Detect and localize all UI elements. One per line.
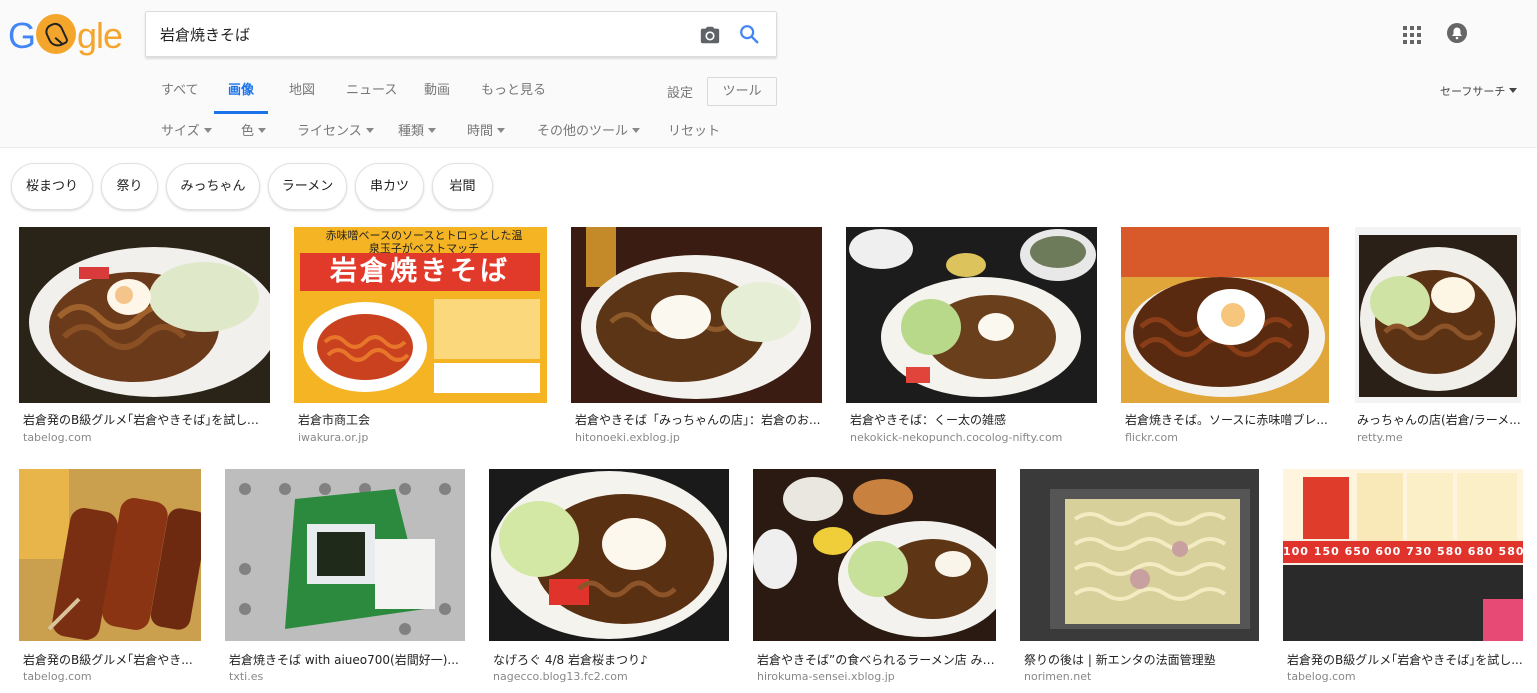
result-thumbnail[interactable] [571,227,822,403]
result-caption: なげろぐ 4/8 岩倉桜まつり♪ [493,653,648,667]
result-thumbnail[interactable]: 100 150 650 600 730 580 680 580 750 680 [1283,469,1523,641]
chevron-down-icon [1509,88,1518,93]
camera-icon[interactable] [699,24,721,46]
result-source: flickr.com [1125,431,1178,444]
filter-time-label: 時間 [467,124,494,139]
chevron-down-icon [203,128,212,133]
search-icon[interactable] [738,23,760,45]
menu-price-strip: 100 150 650 600 730 580 680 580 750 680 [1283,541,1523,563]
result-source: nekokick-nekopunch.cocolog-nifty.com [850,431,1063,444]
safesearch-label: セーフサーチ [1440,85,1506,98]
filter-reset[interactable]: リセット [668,120,720,139]
image-result[interactable]: 100 150 650 600 730 580 680 580 750 680 … [1283,469,1523,689]
result-thumbnail[interactable] [19,227,270,403]
filter-license-label: ライセンス [297,124,362,139]
result-caption: 岩倉やきそば「みっちゃんの店」：岩倉のお... [575,413,821,427]
result-thumbnail[interactable] [1020,469,1259,641]
image-result[interactable]: 赤味噌ベースのソースとトロっとした温泉玉子がベストマッチ 岩倉焼きそば 岩倉市商… [294,227,547,447]
result-thumbnail[interactable] [225,469,465,641]
chip-sakura-matsuri[interactable]: 桜まつり [11,163,93,210]
chip-matsuri[interactable]: 祭り [101,163,158,210]
tab-maps[interactable]: 地図 [289,82,315,114]
poster-title: 岩倉焼きそば [300,253,540,291]
result-caption: 岩倉発のB級グルメ｢岩倉やきそば｣を試して... [23,413,270,427]
notifications-bell-icon[interactable] [1446,22,1468,44]
chip-iwama[interactable]: 岩間 [432,163,493,210]
google-doodle-logo[interactable]: Ggle [8,14,130,58]
chip-kushikatsu[interactable]: 串カツ [355,163,424,210]
filter-size[interactable]: サイズ [161,120,212,139]
chevron-down-icon [497,128,506,133]
safesearch-dropdown[interactable]: セーフサーチ [1440,83,1518,99]
result-caption: 岩倉焼きそば。ソースに赤味噌ブレ... [1125,413,1328,427]
image-result[interactable]: なげろぐ 4/8 岩倉桜まつり♪ nagecco.blog13.fc2.com [489,469,729,689]
result-caption: 岩倉発のB級グルメ｢岩倉やき... [23,653,193,667]
tab-all[interactable]: すべて [161,82,199,114]
header: Ggle すべて 画像 地図 ニュース 動画 もっと見る 設定 ツール セーフサ… [0,0,1537,148]
result-thumbnail[interactable]: 赤味噌ベースのソースとトロっとした温泉玉子がベストマッチ 岩倉焼きそば [294,227,547,403]
filter-color[interactable]: 色 [241,120,267,139]
poster-tagline: 赤味噌ベースのソースとトロっとした温泉玉子がベストマッチ [325,229,523,255]
result-source: retty.me [1357,431,1403,444]
settings-link[interactable]: 設定 [667,82,693,101]
chevron-down-icon [365,128,374,133]
result-thumbnail[interactable] [1355,227,1521,403]
doodle-o-icon [36,14,77,54]
search-box [145,11,777,57]
chip-micchan[interactable]: みっちゃん [166,163,260,210]
chip-ramen[interactable]: ラーメン [268,163,347,210]
result-source: hirokuma-sensei.xblog.jp [757,670,895,683]
image-result[interactable]: 岩倉やきそば：くー太の雑感 nekokick-nekopunch.cocolog… [846,227,1097,447]
result-thumbnail[interactable] [753,469,996,641]
tab-more[interactable]: もっと見る [481,82,546,114]
result-source: tabelog.com [23,670,92,683]
result-thumbnail[interactable] [846,227,1097,403]
filter-color-label: 色 [241,124,255,139]
result-caption: 岩倉やきそば：くー太の雑感 [850,413,1007,427]
filter-more-tools[interactable]: その他のツール [537,120,641,139]
chevron-down-icon [258,128,267,133]
image-result[interactable]: 祭りの後は | 新エンタの法面管理塾 norimen.net [1020,469,1259,689]
result-thumbnail[interactable] [1121,227,1329,403]
result-thumbnail[interactable] [19,469,201,641]
filter-type-label: 種類 [398,124,425,139]
image-result[interactable]: 岩倉焼きそば。ソースに赤味噌ブレ... flickr.com [1121,227,1329,447]
result-caption: 岩倉市商工会 [298,413,371,427]
result-source: tabelog.com [1287,670,1356,683]
image-result[interactable]: 岩倉やきそば”の食べられるラーメン店 みっ... hirokuma-sensei… [753,469,996,689]
result-caption: 岩倉焼きそば with aiueo700(岩間好一)... [229,653,459,667]
tab-videos[interactable]: 動画 [424,82,450,114]
result-caption: 岩倉発のB級グルメ｢岩倉やきそば｣を試し... [1287,653,1523,667]
filter-license[interactable]: ライセンス [297,120,374,139]
apps-grid-icon[interactable] [1402,25,1422,45]
tab-images[interactable]: 画像 [214,82,269,114]
filter-time[interactable]: 時間 [467,120,506,139]
image-result[interactable]: 岩倉発のB級グルメ｢岩倉やきそば｣を試して... tabelog.com [19,227,270,447]
image-result[interactable]: 岩倉発のB級グルメ｢岩倉やき... tabelog.com [19,469,201,689]
filter-more-tools-label: その他のツール [537,124,629,139]
result-caption: 祭りの後は | 新エンタの法面管理塾 [1024,653,1216,667]
result-thumbnail[interactable] [489,469,729,641]
image-result[interactable]: 岩倉やきそば「みっちゃんの店」：岩倉のお... hitonoeki.exblog… [571,227,822,447]
result-source: hitonoeki.exblog.jp [575,431,680,444]
result-source: txti.es [229,670,264,683]
chevron-down-icon [428,128,437,133]
search-input[interactable] [160,12,690,56]
result-source: norimen.net [1024,670,1092,683]
image-result[interactable]: みっちゃんの店(岩倉/ラーメ... retty.me [1353,227,1521,447]
result-source: tabelog.com [23,431,92,444]
result-source: iwakura.or.jp [298,431,369,444]
tab-news[interactable]: ニュース [346,82,397,114]
image-result[interactable]: 岩倉焼きそば with aiueo700(岩間好一)... txti.es [225,469,465,689]
filter-type[interactable]: 種類 [398,120,437,139]
result-caption: 岩倉やきそば”の食べられるラーメン店 みっ... [757,653,996,667]
tools-button[interactable]: ツール [707,77,777,106]
filter-size-label: サイズ [161,124,200,139]
chevron-down-icon [632,128,641,133]
result-source: nagecco.blog13.fc2.com [493,670,628,683]
result-caption: みっちゃんの店(岩倉/ラーメ... [1357,413,1521,427]
